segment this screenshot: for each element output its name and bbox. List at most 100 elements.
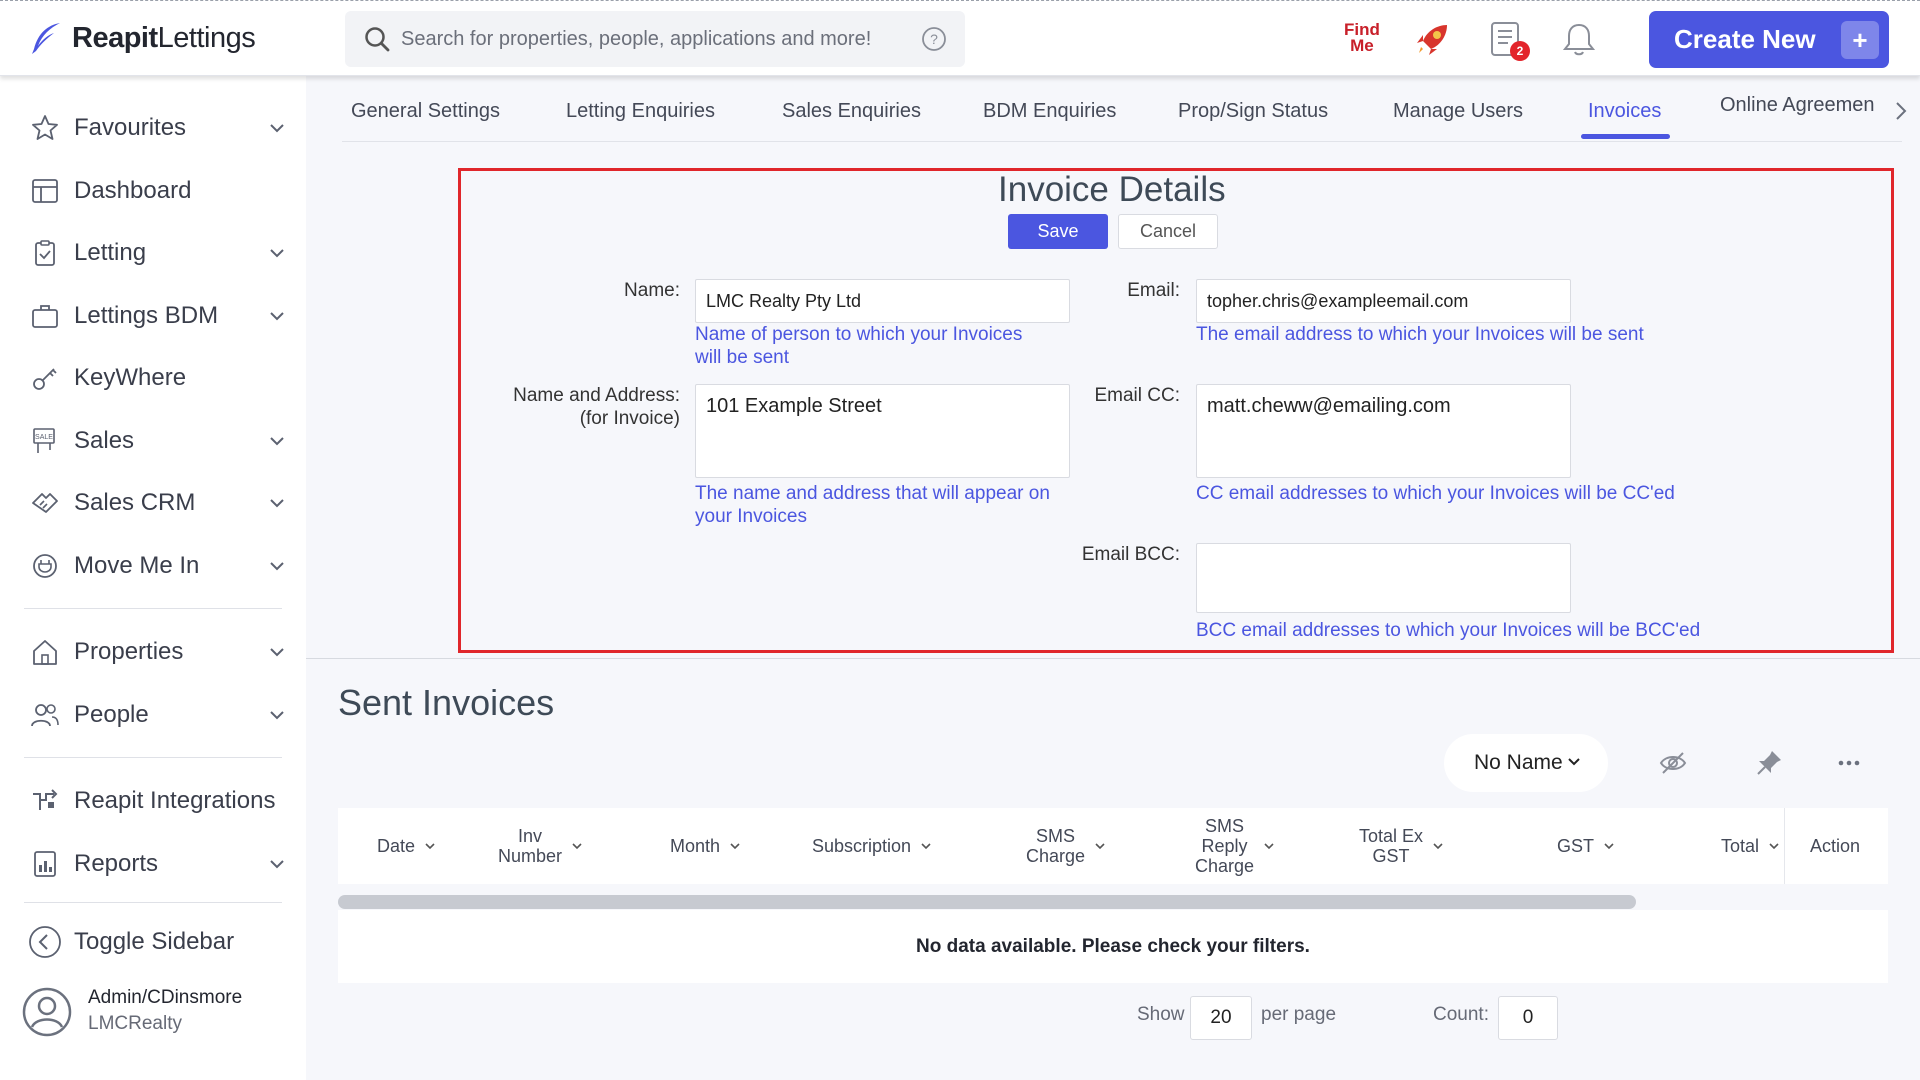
sidebar-item-label: Lettings BDM: [74, 302, 219, 329]
search-input[interactable]: [401, 27, 911, 51]
sidebar-item-dashboard[interactable]: Dashboard: [28, 168, 288, 214]
chevron-down-icon: [1095, 843, 1105, 850]
help-icon[interactable]: ?: [921, 26, 947, 52]
chevron-right-icon[interactable]: [1892, 100, 1910, 122]
chevron-down-icon: [425, 843, 435, 850]
find-me-button[interactable]: Find Me: [1344, 21, 1380, 54]
tab-manage-users[interactable]: Manage Users: [1393, 100, 1523, 123]
feather-logo-icon: [32, 23, 60, 54]
column-month[interactable]: Month: [670, 836, 742, 856]
column-sms-reply-charge[interactable]: SMS Reply Charge: [1195, 816, 1276, 876]
create-new-label: Create New: [1674, 24, 1816, 54]
tab-general-settings[interactable]: General Settings: [351, 100, 500, 123]
column-gst[interactable]: GST: [1557, 836, 1616, 856]
toggle-sidebar-button[interactable]: Toggle Sidebar: [28, 919, 288, 965]
more-options-icon[interactable]: [1834, 748, 1864, 778]
table-horizontal-scrollbar[interactable]: [338, 895, 1636, 909]
section-divider: [306, 658, 1920, 659]
sidebar-item-keywhere[interactable]: KeyWhere: [28, 355, 288, 401]
pin-icon[interactable]: [1754, 748, 1784, 778]
hide-eye-icon[interactable]: [1658, 748, 1688, 778]
tab-prop-sign-status[interactable]: Prop/Sign Status: [1178, 100, 1328, 123]
reports-icon: [28, 847, 62, 881]
svg-text:SALE: SALE: [35, 434, 53, 441]
column-sms-charge[interactable]: SMS Charge: [1026, 826, 1107, 866]
column-subscription[interactable]: Subscription: [812, 836, 933, 856]
name-address-field[interactable]: 101 Example Street: [695, 384, 1070, 478]
email-cc-field[interactable]: matt.cheww@emailing.com: [1196, 384, 1571, 478]
chevron-down-icon: [270, 312, 284, 321]
column-total-ex-gst[interactable]: Total Ex GST: [1359, 826, 1445, 866]
email-label: Email:: [1127, 280, 1180, 301]
save-button[interactable]: Save: [1008, 214, 1108, 249]
column-total[interactable]: Total: [1721, 836, 1781, 856]
tab-letting-enquiries[interactable]: Letting Enquiries: [566, 100, 715, 123]
sidebar-item-reapit-integrations[interactable]: Reapit Integrations: [28, 778, 288, 824]
email-bcc-field[interactable]: [1196, 543, 1571, 613]
name-address-help: The name and address that will appear on…: [695, 483, 1050, 527]
column-separator: [1784, 808, 1785, 884]
integrations-icon: [28, 784, 62, 818]
tab-online-agreements[interactable]: Online Agreemen: [1720, 94, 1888, 124]
sidebar-item-sales-crm[interactable]: Sales CRM: [28, 480, 288, 526]
chevron-down-icon: [572, 843, 582, 850]
star-icon: [28, 111, 62, 145]
column-inv-number[interactable]: Inv Number: [498, 826, 584, 866]
sidebar-item-label: People: [74, 701, 149, 728]
email-field[interactable]: [1196, 279, 1571, 323]
global-search[interactable]: ?: [345, 11, 965, 67]
chevron-down-icon: [270, 249, 284, 258]
house-icon: [28, 635, 62, 669]
user-name: Admin/CDinsmore: [88, 987, 243, 1008]
column-date[interactable]: Date: [377, 836, 437, 856]
chevron-down-icon: [270, 562, 284, 571]
create-new-button[interactable]: Create New +: [1649, 11, 1889, 68]
tab-sales-enquiries[interactable]: Sales Enquiries: [782, 100, 921, 123]
sidebar-item-label: Reapit Integrations: [74, 787, 276, 814]
name-field[interactable]: [695, 279, 1070, 323]
tab-invoices[interactable]: Invoices: [1588, 100, 1661, 123]
sidebar-item-properties[interactable]: Properties: [28, 629, 288, 675]
name-label: Name:: [624, 280, 680, 301]
sidebar-item-favourites[interactable]: Favourites: [28, 105, 288, 151]
sidebar-divider: [24, 902, 282, 903]
sidebar-item-label: Reports: [74, 850, 159, 877]
clipboard-icon: [28, 236, 62, 270]
view-select-value: No Name: [1474, 751, 1563, 774]
sent-invoices-title: Sent Invoices: [338, 682, 555, 723]
tab-bdm-enquiries[interactable]: BDM Enquiries: [983, 100, 1116, 123]
search-icon: [365, 27, 390, 52]
plug-icon: [28, 549, 62, 583]
sidebar-item-label: Sales CRM: [74, 489, 196, 516]
key-icon: [28, 361, 62, 395]
sidebar-item-letting[interactable]: Letting: [28, 230, 288, 276]
sidebar-item-label: Dashboard: [74, 177, 192, 204]
count-value: 0: [1498, 996, 1558, 1040]
email-bcc-help: BCC email addresses to which your Invoic…: [1196, 620, 1701, 641]
app-logo[interactable]: ReapitLettings: [30, 21, 256, 55]
sidebar-item-reports[interactable]: Reports: [28, 841, 288, 887]
user-organisation: LMCRealty: [88, 1013, 182, 1034]
view-select[interactable]: No Name: [1444, 734, 1608, 792]
per-page-input[interactable]: 20: [1190, 996, 1252, 1040]
dashboard-icon: [28, 174, 62, 208]
sidebar-item-label: Letting: [74, 239, 147, 266]
rocket-icon[interactable]: [1413, 19, 1453, 59]
sidebar-item-label: Sales: [74, 427, 135, 454]
chevron-down-icon: [270, 648, 284, 657]
sidebar-item-people[interactable]: People: [28, 692, 288, 738]
sidebar-item-move-me-in[interactable]: Move Me In: [28, 543, 288, 589]
svg-text:?: ?: [930, 31, 938, 47]
cancel-button[interactable]: Cancel: [1118, 214, 1218, 249]
user-profile[interactable]: Admin/CDinsmore LMCRealty: [22, 981, 292, 1041]
column-action: Action: [1810, 836, 1861, 856]
invoice-details-title: Invoice Details: [998, 170, 1226, 209]
top-bar: ReapitLettings ? Find Me 2: [0, 0, 1920, 76]
tasks-icon[interactable]: 2: [1486, 19, 1530, 61]
chevron-down-icon: [921, 843, 931, 850]
bell-icon[interactable]: [1559, 19, 1599, 59]
sidebar-item-sales[interactable]: SALE Sales: [28, 418, 288, 464]
email-bcc-label: Email BCC:: [1081, 544, 1180, 565]
toggle-sidebar-label: Toggle Sidebar: [74, 928, 235, 955]
sidebar-item-lettings-bdm[interactable]: Lettings BDM: [28, 293, 288, 339]
